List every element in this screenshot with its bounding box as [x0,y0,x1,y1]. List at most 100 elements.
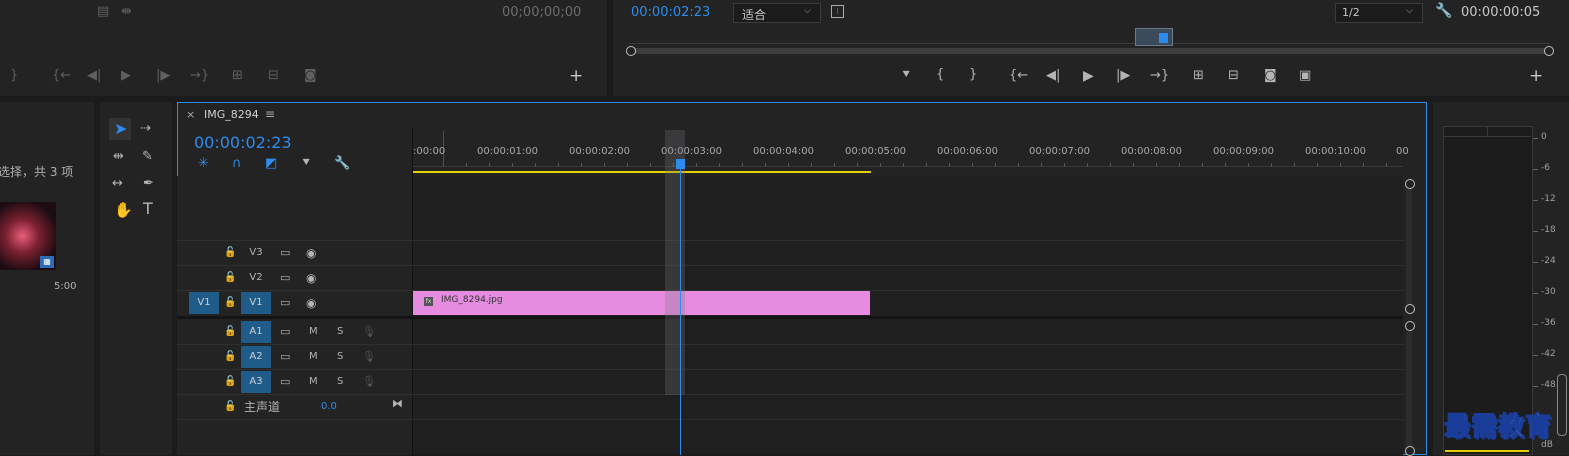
settings-box-icon[interactable]: ⁝ [831,5,844,18]
program-zoom-scrollbar[interactable] [629,48,1551,54]
play-icon[interactable]: ▶ [121,69,131,83]
sync-lock-icon[interactable]: ▭ [280,325,290,339]
program-mini-ruler[interactable] [629,30,1549,46]
sync-lock-icon[interactable]: ▭ [280,296,290,310]
ripple-edit-icon[interactable]: ⇹ [113,150,124,164]
play-icon[interactable]: ▶ [1083,69,1094,83]
panel-menu-icon[interactable]: ≡ [265,107,275,121]
microphone-icon[interactable]: 🎙 [362,350,376,364]
lift-icon[interactable]: ⊞ [1193,69,1204,83]
nest-icon[interactable]: ✳ [198,157,209,171]
insert-icon[interactable]: ⊞ [232,69,243,83]
add-marker-icon[interactable]: ⯆ [301,157,311,171]
lock-icon[interactable]: 🔓 [224,400,236,414]
scroll-handle-top[interactable] [1405,179,1415,189]
scroll-handle-bottom[interactable] [1405,304,1415,314]
track-a1-label[interactable]: A1 [241,321,271,343]
sync-lock-icon[interactable]: ▭ [280,246,290,260]
razor-icon[interactable]: ✎ [142,150,153,164]
playhead-line[interactable] [680,160,681,455]
go-to-in-icon[interactable]: {← [1009,69,1028,83]
track-a3-label[interactable]: A3 [241,371,271,393]
step-back-icon[interactable]: ◀| [1046,69,1060,83]
mute-button[interactable]: M [309,376,318,387]
resolution-select[interactable]: 1/2 ⌵ [1335,3,1423,23]
track-v3-label[interactable]: V3 [241,242,271,264]
program-playhead[interactable] [1159,33,1168,43]
track-v1-label[interactable]: V1 [241,292,271,314]
timeline-clip[interactable]: fx IMG_8294.jpg [413,291,870,315]
track-v2-label[interactable]: V2 [241,267,271,289]
lock-icon[interactable]: 🔓 [224,246,236,260]
compare-view-icon[interactable]: ▣ [1299,69,1311,83]
export-frame-icon[interactable]: ▤ [97,5,109,19]
mark-in-icon[interactable]: { [936,68,944,82]
step-forward-icon[interactable]: |▶ [1116,69,1130,83]
ruler-minor-tick [1363,163,1364,167]
video-scrollbar[interactable] [1406,184,1412,308]
wrench-icon[interactable]: 🔧 [1435,4,1452,18]
track-select-icon[interactable]: ⇢ [140,122,151,136]
eye-icon[interactable]: ◉ [306,246,316,260]
solo-button[interactable]: S [337,376,343,387]
go-to-in-icon[interactable]: {← [52,69,71,83]
playhead-handle[interactable] [676,159,685,169]
scroll-handle-top[interactable] [1405,321,1415,331]
step-forward-icon[interactable]: |▶ [156,69,170,83]
source-patch-v1[interactable]: V1 [189,292,219,314]
mute-button[interactable]: M [309,326,318,337]
slip-icon[interactable]: ↔ [112,177,123,191]
solo-button[interactable]: S [337,351,343,362]
close-tab-icon[interactable]: × [186,108,195,121]
camera-icon[interactable]: ◙ [1264,69,1277,83]
fit-select[interactable]: 适合 ⌵ [733,3,821,23]
sync-lock-icon[interactable]: ▭ [280,375,290,389]
go-to-out-icon[interactable]: →} [1150,69,1169,83]
add-button-icon[interactable]: + [569,68,583,85]
lock-icon[interactable]: 🔓 [224,350,236,364]
master-volume-value[interactable]: 0.0 [321,401,337,412]
work-area-bar[interactable] [413,171,871,173]
drag-icon[interactable]: ⇼ [121,5,132,19]
pen-icon[interactable]: ✒ [143,177,154,191]
camera-icon[interactable]: ◙ [304,69,317,83]
add-marker-icon[interactable]: ⯆ [901,69,911,83]
microphone-icon[interactable]: 🎙 [362,375,376,389]
lock-icon[interactable]: 🔓 [224,325,236,339]
arrow-cursor-icon: ➤ [114,119,128,138]
step-back-icon[interactable]: ◀| [87,69,101,83]
track-a2-label[interactable]: A2 [241,346,271,368]
eye-icon[interactable]: ◉ [306,296,316,310]
timeline-timecode[interactable]: 00:00:02:23 [194,133,292,152]
mark-out-icon[interactable]: } [969,68,977,82]
solo-button[interactable]: S [337,326,343,337]
mark-out-icon[interactable]: } [10,69,18,83]
extract-icon[interactable]: ⊟ [1228,69,1239,83]
db-scale-tick [1533,355,1538,356]
text-tool-icon[interactable]: T [143,201,153,217]
linked-selection-icon[interactable]: ◩ [265,157,277,171]
sync-lock-icon[interactable]: ▭ [280,350,290,364]
go-to-out-icon[interactable]: →} [190,69,209,83]
overwrite-icon[interactable]: ⊟ [268,69,279,83]
scroll-handle-left[interactable] [626,46,636,56]
sequence-tab-title[interactable]: IMG_8294 [204,108,259,121]
microphone-icon[interactable]: 🎙 [362,325,376,339]
mute-button[interactable]: M [309,351,318,362]
add-button-icon[interactable]: + [1529,68,1543,85]
meter-scroll[interactable] [1557,374,1567,436]
go-to-end-icon[interactable]: ⧓ [392,397,403,411]
audio-scrollbar[interactable] [1406,326,1412,455]
sync-lock-icon[interactable]: ▭ [280,271,290,285]
clip-thumbnail[interactable]: ▦ [0,202,56,270]
wrench-icon[interactable]: 🔧 [334,157,350,171]
eye-icon[interactable]: ◉ [306,271,316,285]
program-current-timecode[interactable]: 00:00:02:23 [631,5,710,20]
scroll-handle-right[interactable] [1544,46,1554,56]
hand-icon[interactable]: ✋ [114,203,133,218]
lock-icon[interactable]: 🔓 [224,271,236,285]
selection-tool[interactable]: ➤ [109,118,131,140]
lock-icon[interactable]: 🔓 [224,375,236,389]
snap-magnet-icon[interactable]: ∩ [232,157,242,171]
lock-icon[interactable]: 🔓 [224,296,236,310]
